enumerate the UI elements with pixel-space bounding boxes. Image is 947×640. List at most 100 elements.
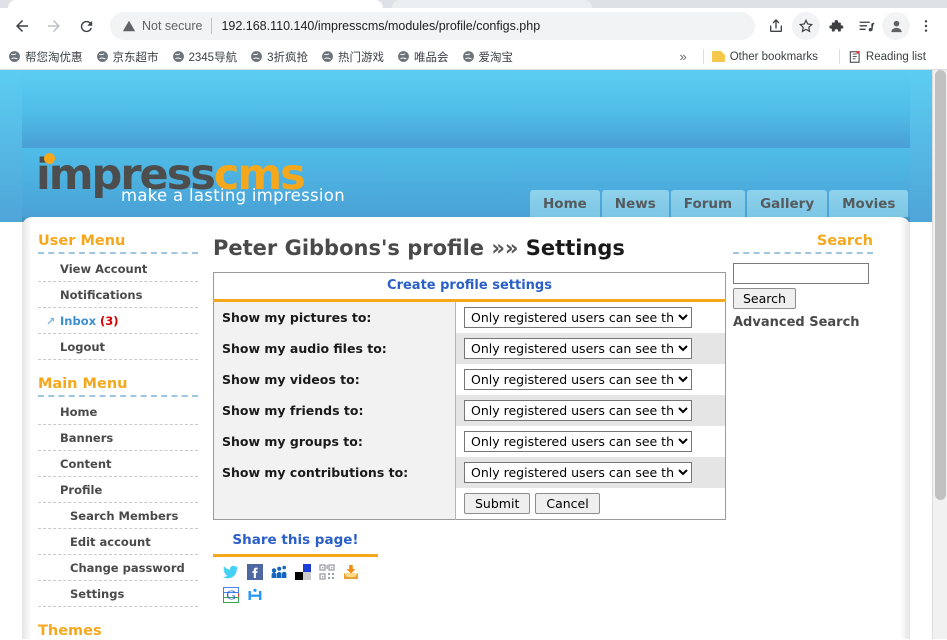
row-label-pictures: Show my pictures to: xyxy=(213,300,456,333)
row-label-contributions: Show my contributions to: xyxy=(213,457,456,488)
select-show-groups[interactable]: Only registered users can see thisAnyone… xyxy=(464,431,692,452)
bookmarks-divider xyxy=(838,49,840,64)
browser-tab-secondary[interactable] xyxy=(392,0,592,8)
reload-icon[interactable] xyxy=(72,12,100,40)
bookmarks-overflow-icon[interactable]: » xyxy=(679,49,686,64)
search-block-title: Search xyxy=(733,233,873,254)
sidebar-block-title-main-menu: Main Menu xyxy=(38,376,198,397)
share-block: Share this page! G xyxy=(213,532,378,603)
advanced-search-link[interactable]: Advanced Search xyxy=(733,315,873,330)
warning-triangle-icon xyxy=(122,19,136,33)
qrcode-icon[interactable] xyxy=(319,564,335,580)
nav-tab-news[interactable]: News xyxy=(601,190,669,217)
globe-icon xyxy=(250,50,263,63)
bookmark-label: 爱淘宝 xyxy=(478,51,514,64)
main-content: Peter Gibbons's profile »» Settings Crea… xyxy=(213,236,728,520)
nav-tab-gallery[interactable]: Gallery xyxy=(747,190,828,217)
bookmark-item[interactable]: 帮您淘优惠 xyxy=(8,49,83,65)
cancel-button[interactable]: Cancel xyxy=(535,493,600,514)
sidebar-item-search-members[interactable]: Search Members xyxy=(38,503,198,529)
select-show-audio[interactable]: Only registered users can see thisAnyone… xyxy=(464,338,692,359)
google-icon[interactable]: G xyxy=(223,587,239,603)
share-block-title: Share this page! xyxy=(213,532,378,557)
bookmark-item[interactable]: 唯品会 xyxy=(397,49,449,65)
submit-button[interactable]: Submit xyxy=(464,493,531,514)
page-title-user: Peter Gibbons's profile xyxy=(213,236,485,260)
row-label-audio: Show my audio files to: xyxy=(213,333,456,364)
profile-avatar-icon[interactable] xyxy=(882,12,910,40)
sidebar-item-inbox[interactable]: ↗ Inbox (3) xyxy=(38,308,198,334)
bookmark-label: 京东超市 xyxy=(112,51,159,64)
sidebar-item-change-password[interactable]: Change password xyxy=(38,555,198,581)
sidebar-item-profile[interactable]: Profile xyxy=(38,477,198,503)
star-icon[interactable] xyxy=(792,12,820,40)
myspace-icon[interactable] xyxy=(271,564,287,580)
bookmark-item[interactable]: 爱淘宝 xyxy=(462,49,514,65)
browser-tab-active[interactable] xyxy=(8,0,383,8)
row-value-groups: Only registered users can see thisAnyone… xyxy=(455,426,726,457)
site-root: impresscms make a lasting impression Hom… xyxy=(0,70,932,639)
site-logo[interactable]: impresscms make a lasting impression xyxy=(36,153,345,204)
sidebar-item-settings[interactable]: Settings xyxy=(38,581,198,607)
omnibox-divider xyxy=(211,18,213,34)
reading-list-button[interactable]: Reading list xyxy=(848,50,926,64)
select-show-friends[interactable]: Only registered users can see thisAnyone… xyxy=(464,400,692,421)
puzzle-piece-icon[interactable] xyxy=(822,12,850,40)
action-row-spacer xyxy=(213,488,456,520)
globe-icon xyxy=(8,50,21,63)
media-playlist-icon[interactable] xyxy=(852,12,880,40)
delicious-icon[interactable] xyxy=(295,564,311,580)
header-left-edge xyxy=(0,70,24,222)
row-value-friends: Only registered users can see thisAnyone… xyxy=(455,395,726,426)
sidebar-item-view-account[interactable]: View Account xyxy=(38,256,198,282)
url-text: 192.168.110.140/impresscms/modules/profi… xyxy=(221,19,541,33)
bookmark-item[interactable]: 2345导航 xyxy=(172,49,237,65)
select-show-pictures[interactable]: Only registered users can see thisAnyone… xyxy=(464,307,692,328)
select-show-videos[interactable]: Only registered users can see thisAnyone… xyxy=(464,369,692,390)
address-bar[interactable]: Not secure 192.168.110.140/impresscms/mo… xyxy=(110,12,755,40)
other-bookmarks-label: Other bookmarks xyxy=(729,50,818,63)
sidebar-item-content[interactable]: Content xyxy=(38,451,198,477)
sidebar-item-notifications[interactable]: Notifications xyxy=(38,282,198,308)
search-input[interactable] xyxy=(733,263,869,284)
table-row: Show my pictures to: Only registered use… xyxy=(213,300,726,333)
download-icon[interactable] xyxy=(343,564,359,580)
sidebar-block-title-themes: Themes xyxy=(38,623,198,639)
profile-settings-table: Create profile settings Show my pictures… xyxy=(213,272,726,520)
header-right-edge xyxy=(908,70,932,222)
table-row: Show my friends to: Only registered user… xyxy=(213,395,726,426)
bookmark-item[interactable]: 3折疯抢 xyxy=(250,49,308,65)
twitter-icon[interactable] xyxy=(223,564,239,580)
browser-chrome: Not secure 192.168.110.140/impresscms/mo… xyxy=(0,0,947,70)
nav-tab-forum[interactable]: Forum xyxy=(670,190,746,217)
search-button[interactable]: Search xyxy=(733,288,796,309)
tab-strip xyxy=(0,0,947,8)
bookmark-item[interactable]: 热门游戏 xyxy=(321,49,384,65)
reading-list-label: Reading list xyxy=(865,50,926,63)
nav-tab-movies[interactable]: Movies xyxy=(829,190,909,217)
reading-list-icon xyxy=(848,50,862,64)
page-scrollbar[interactable] xyxy=(932,70,947,639)
share-icon[interactable] xyxy=(762,12,790,40)
facebook-icon[interactable] xyxy=(247,564,263,580)
other-bookmarks-button[interactable]: Other bookmarks xyxy=(711,50,818,63)
sidebar-item-home[interactable]: Home xyxy=(38,399,198,425)
three-dot-menu-icon[interactable] xyxy=(912,12,940,40)
row-value-contributions: Only registered users can see thisAnyone… xyxy=(455,457,726,488)
sidebar-item-logout[interactable]: Logout xyxy=(38,334,198,360)
back-arrow-icon[interactable] xyxy=(8,12,36,40)
scrollbar-thumb[interactable] xyxy=(935,70,946,500)
select-show-contributions[interactable]: Only registered users can see thisAnyone… xyxy=(464,462,692,483)
globe-icon xyxy=(397,50,410,63)
globe-icon xyxy=(321,50,334,63)
sidebar-item-banners[interactable]: Banners xyxy=(38,425,198,451)
bookmark-item[interactable]: 京东超市 xyxy=(96,49,159,65)
sidebar-item-edit-account[interactable]: Edit account xyxy=(38,529,198,555)
hi5-icon[interactable] xyxy=(247,587,263,603)
bookmarks-divider xyxy=(702,49,704,64)
nav-tab-home[interactable]: Home xyxy=(530,190,600,217)
row-value-audio: Only registered users can see thisAnyone… xyxy=(455,333,726,364)
page-title-separator: »» xyxy=(491,236,519,260)
globe-icon xyxy=(172,50,185,63)
